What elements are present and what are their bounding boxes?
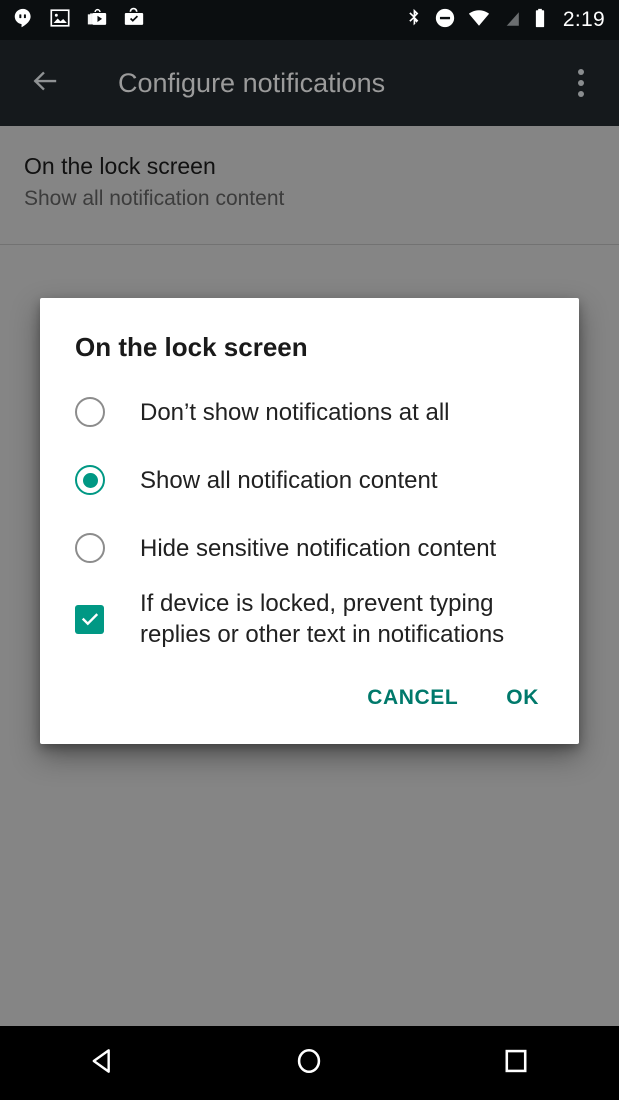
option-row-dont-show[interactable]: Don’t show notifications at all: [68, 378, 551, 446]
option-row-show-all[interactable]: Show all notification content: [68, 446, 551, 514]
option-label: Hide sensitive notification content: [140, 534, 497, 562]
battery-icon: [533, 7, 547, 34]
lock-screen-dialog: On the lock screen Don’t show notificati…: [40, 298, 579, 744]
photo-icon: [49, 7, 71, 34]
no-signal-icon: [502, 7, 522, 34]
home-circle-icon: [292, 1044, 326, 1083]
option-row-prevent-typing[interactable]: If device is locked, prevent typing repl…: [68, 582, 551, 656]
radio-cell: [68, 533, 140, 563]
back-button[interactable]: [22, 60, 68, 106]
cancel-button[interactable]: CANCEL: [349, 674, 476, 722]
ok-button[interactable]: OK: [488, 674, 557, 722]
page-title: Configure notifications: [118, 67, 386, 98]
dialog-button-bar: CANCEL OK: [40, 656, 579, 744]
nav-back-button[interactable]: [58, 1026, 148, 1100]
dialog-options-group: Don’t show notifications at all Show all…: [40, 362, 579, 656]
work-checkmark-icon: [123, 7, 145, 34]
option-label: If device is locked, prevent typing repl…: [140, 590, 505, 648]
android-screen: 2:19 Configure notifications On the lock…: [0, 0, 619, 1100]
nav-home-button[interactable]: [264, 1026, 354, 1100]
radio-button-checked-icon[interactable]: [75, 465, 105, 495]
status-bar-clock: 2:19: [562, 8, 605, 31]
hangouts-icon: [12, 7, 34, 34]
radio-button-unchecked-icon[interactable]: [75, 397, 105, 427]
back-triangle-icon: [86, 1044, 120, 1083]
overflow-menu-button[interactable]: [561, 60, 601, 106]
bluetooth-icon: [406, 7, 423, 34]
option-label: Show all notification content: [140, 466, 438, 494]
radio-button-unchecked-icon[interactable]: [75, 533, 105, 563]
recents-square-icon: [499, 1044, 533, 1083]
dialog-title: On the lock screen: [75, 332, 308, 362]
radio-cell: [68, 397, 140, 427]
app-toolbar: Configure notifications: [0, 40, 619, 126]
nav-recents-button[interactable]: [471, 1026, 561, 1100]
option-label: Don’t show notifications at all: [140, 398, 450, 426]
do-not-disturb-icon: [434, 7, 456, 34]
wifi-icon: [467, 7, 491, 34]
arrow-back-icon: [30, 66, 60, 101]
checkbox-cell: [68, 604, 140, 634]
option-row-hide-sensitive[interactable]: Hide sensitive notification content: [68, 514, 551, 582]
status-bar-notification-icons: [12, 7, 406, 34]
navigation-bar: [0, 1026, 619, 1100]
play-store-icon: [86, 7, 108, 34]
more-vert-icon: [578, 69, 584, 97]
status-bar-system-icons: 2:19: [406, 7, 605, 34]
radio-cell: [68, 465, 140, 495]
checkbox-checked-icon[interactable]: [75, 604, 104, 634]
status-bar: 2:19: [0, 0, 619, 40]
